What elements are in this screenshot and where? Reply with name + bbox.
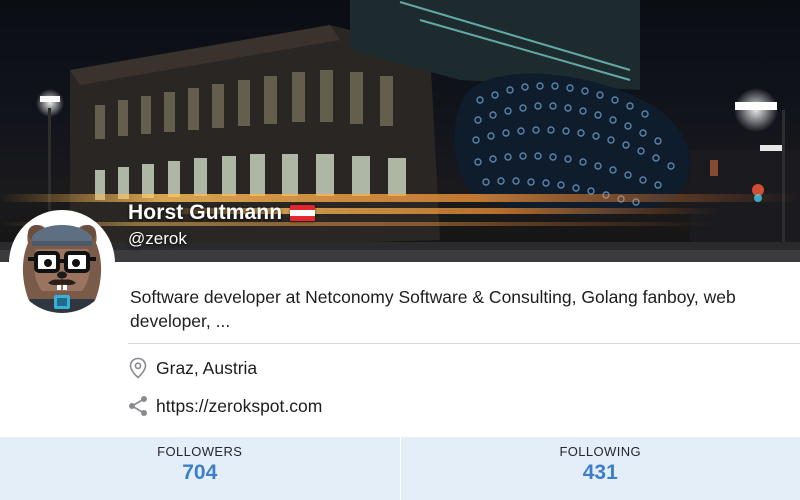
flag-stripe-bottom xyxy=(290,215,316,222)
following-label: FOLLOWING xyxy=(559,444,642,459)
austria-flag-icon xyxy=(290,204,316,222)
divider xyxy=(128,343,800,344)
followers-count: 704 xyxy=(182,461,218,484)
share-icon xyxy=(129,396,147,416)
following-stat[interactable]: FOLLOWING 431 xyxy=(399,437,800,500)
profile-name: Horst Gutmann xyxy=(128,201,283,224)
following-count: 431 xyxy=(582,461,618,484)
map-pin-icon xyxy=(129,357,147,379)
gopher-avatar-icon xyxy=(12,213,112,313)
location-row: Graz, Austria xyxy=(128,357,257,379)
website-link[interactable]: https://zerokspot.com xyxy=(156,396,322,417)
profile-handle: @zerok xyxy=(128,229,187,248)
name-row: Horst Gutmann xyxy=(128,201,316,225)
profile-bio: Software developer at Netconomy Software… xyxy=(130,287,736,331)
followers-stat[interactable]: FOLLOWERS 704 xyxy=(0,437,400,500)
cover-photo xyxy=(0,0,800,262)
profile-identity: Horst Gutmann @zerok xyxy=(128,201,316,249)
followers-label: FOLLOWERS xyxy=(157,444,243,459)
website-row[interactable]: https://zerokspot.com xyxy=(128,395,322,417)
avatar[interactable] xyxy=(9,210,115,316)
stats-bar: FOLLOWERS 704 FOLLOWING 431 xyxy=(0,437,800,500)
location-text: Graz, Austria xyxy=(156,357,258,378)
